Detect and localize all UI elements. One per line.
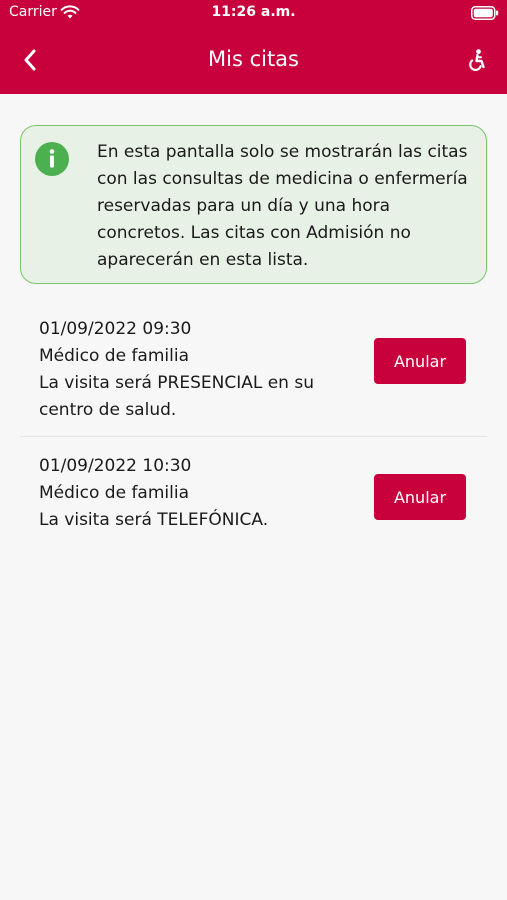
appointment-mode: La visita será PRESENCIAL en su centro d… [39,373,314,420]
appointment-details: 01/09/2022 09:30 Médico de familia La vi… [39,316,354,424]
navigation-bar: Mis citas [0,36,507,84]
info-icon [35,142,69,176]
appointment-datetime: 01/09/2022 10:30 [39,456,192,476]
accessibility-button[interactable] [461,44,493,76]
cancel-appointment-button[interactable]: Anular [374,338,466,384]
appointment-item: 01/09/2022 09:30 Médico de familia La vi… [20,308,487,437]
app-header: Carrier 11:26 a.m. Mis citas [0,0,507,94]
appointment-item: 01/09/2022 10:30 Médico de familia La vi… [20,445,487,545]
info-text: En esta pantalla solo se mostrarán las c… [97,142,468,270]
appointment-type: Médico de familia [39,346,189,366]
accessibility-icon [469,49,485,71]
info-notice: En esta pantalla solo se mostrarán las c… [20,125,487,284]
status-bar: Carrier 11:26 a.m. [0,0,507,28]
appointment-type: Médico de familia [39,483,189,503]
appointment-datetime: 01/09/2022 09:30 [39,319,192,339]
battery-icon [471,6,499,20]
page-title: Mis citas [208,47,299,71]
appointment-details: 01/09/2022 10:30 Médico de familia La vi… [39,453,354,534]
appointment-mode: La visita será TELEFÓNICA. [39,510,269,530]
status-time: 11:26 a.m. [211,4,296,20]
cancel-appointment-button[interactable]: Anular [374,474,466,520]
